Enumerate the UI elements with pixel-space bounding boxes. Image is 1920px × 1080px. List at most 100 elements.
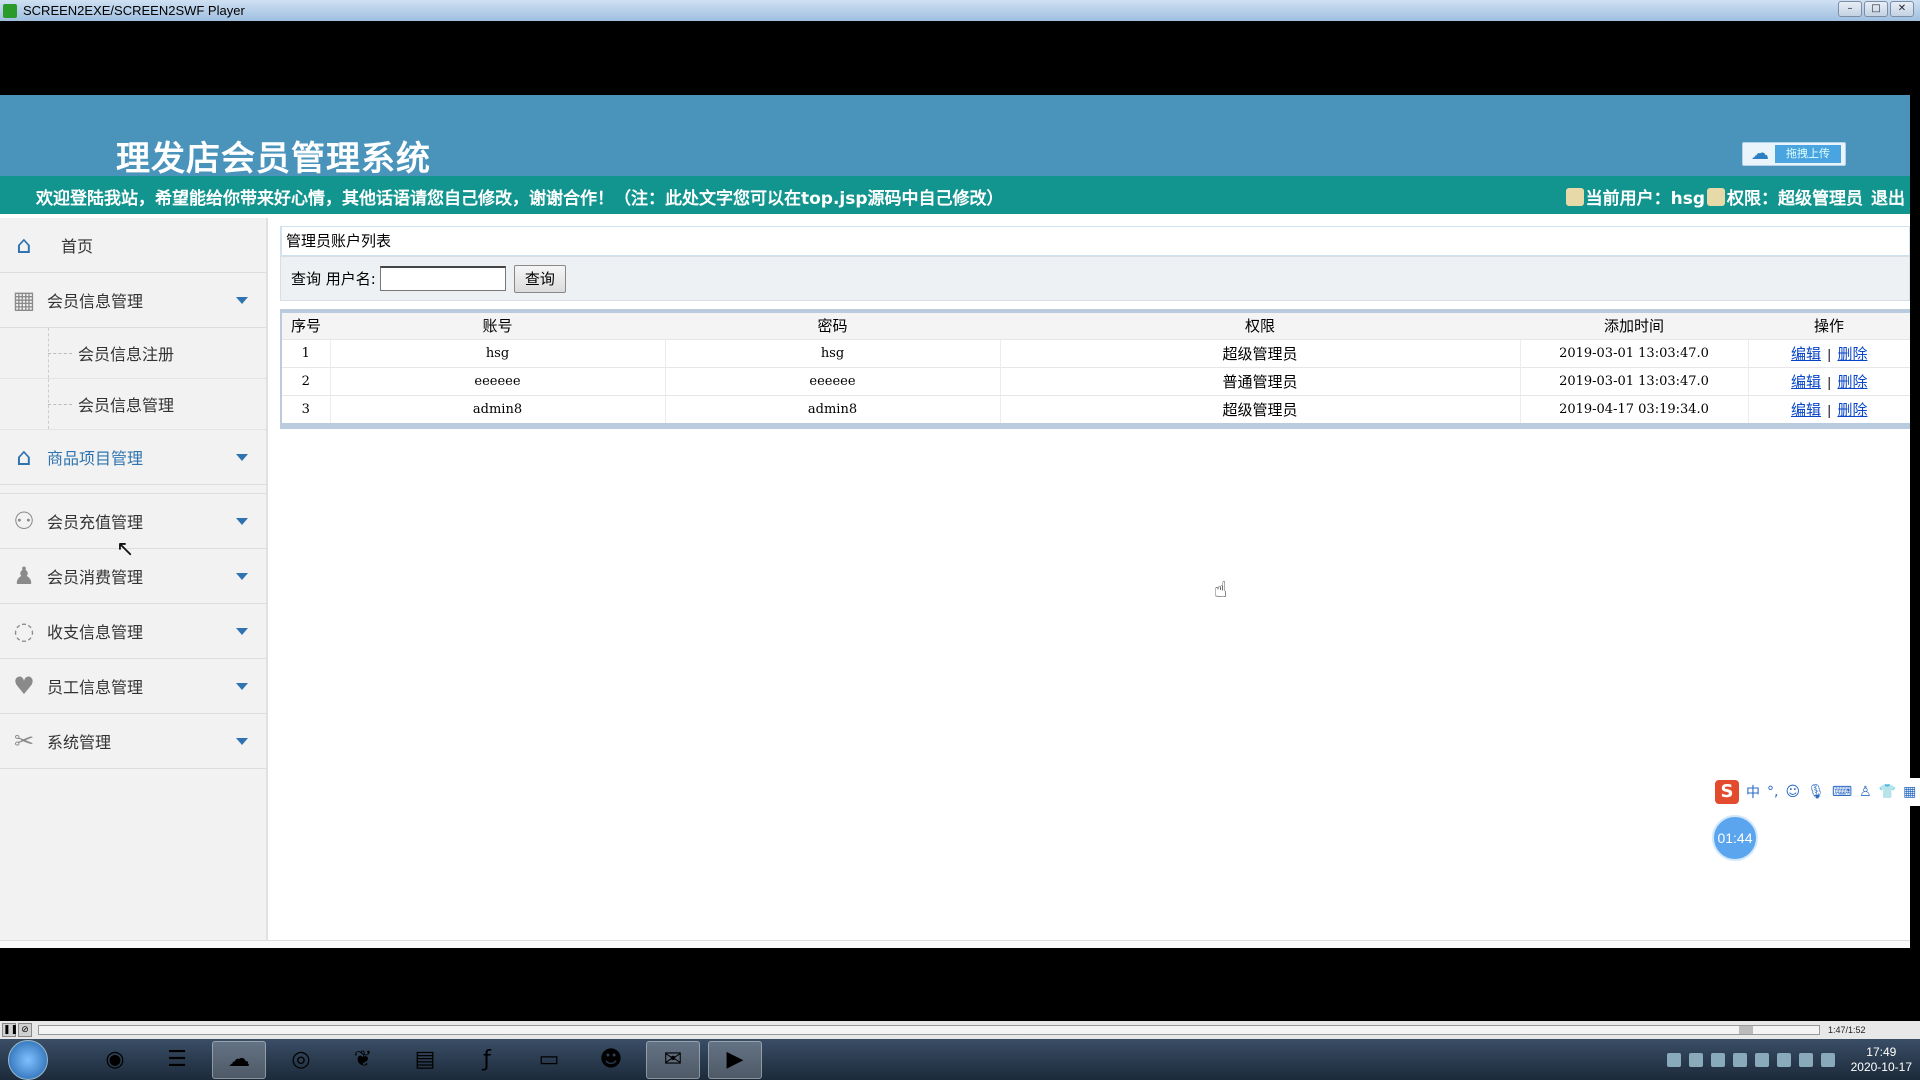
keyboard-icon[interactable]: ⌨: [1832, 784, 1852, 800]
taskbar-apps: ◉ ☰ ☁ ◎ ❦ ▤ ƒ ▭ ☻ ✉ ▶: [88, 1040, 762, 1079]
user-icon[interactable]: ♙: [1859, 784, 1872, 800]
edit-link[interactable]: 编辑: [1791, 373, 1821, 391]
table-row: 3 admin8 admin8 超级管理员 2019-04-17 03:19:3…: [282, 394, 1910, 423]
start-button[interactable]: [8, 1039, 48, 1080]
search-label: 查询 用户名:: [291, 270, 376, 288]
close-button[interactable]: ✕: [1890, 1, 1914, 17]
home-icon: ⌂: [16, 443, 32, 471]
web-page: 理发店会员管理系统 ☁ 拖拽上传 欢迎登陆我站，希望能给你带来好心情，其他话语请…: [0, 95, 1910, 948]
chevron-down-icon: [236, 628, 248, 635]
chevron-down-icon: [236, 738, 248, 745]
cell-actions: 编辑 | 删除: [1747, 366, 1910, 395]
comment-icon: ◌: [13, 617, 35, 645]
qq-icon[interactable]: ☻: [584, 1041, 638, 1079]
playback-time: 1:47/1:52: [1828, 1025, 1866, 1035]
cell-id: 1: [282, 338, 330, 367]
ime-toolbar[interactable]: S 中 °, ☺ 🎙 ⌨ ♙ 👕 ▦: [1712, 778, 1920, 806]
col-header-account: 账号: [330, 313, 665, 339]
table-row: 1 hsg hsg 超级管理员 2019-03-01 13:03:47.0 编辑…: [282, 338, 1910, 367]
users-icon: ⚇: [13, 507, 35, 535]
sidebar-divider: [0, 485, 266, 494]
skin-icon[interactable]: 👕: [1879, 784, 1896, 800]
tray-icon[interactable]: [1732, 1052, 1747, 1067]
permission-icon: [1707, 187, 1725, 206]
edit-link[interactable]: 编辑: [1791, 401, 1821, 419]
logout-link[interactable]: 退出: [1871, 184, 1905, 209]
cell-password: hsg: [664, 338, 1000, 367]
minimize-button[interactable]: –: [1838, 1, 1862, 17]
tray-icon[interactable]: [1666, 1052, 1681, 1067]
site-title: 理发店会员管理系统: [116, 139, 431, 179]
emoji-icon[interactable]: ☺: [1785, 784, 1800, 800]
table-row: 2 eeeeee eeeeee 普通管理员 2019-03-01 13:03:4…: [282, 366, 1910, 395]
chrome-icon[interactable]: ◉: [88, 1041, 142, 1079]
chevron-down-icon: [236, 454, 248, 461]
volume-icon[interactable]: [1820, 1052, 1835, 1067]
progress-thumb[interactable]: [1739, 1026, 1753, 1034]
cell-account: eeeeee: [329, 366, 665, 395]
cell-role: 超级管理员: [999, 394, 1520, 423]
sidebar-item-product[interactable]: ⌂ 商品项目管理: [0, 430, 266, 485]
recording-timer[interactable]: 01:44: [1712, 815, 1758, 861]
playback-progress[interactable]: [38, 1025, 1820, 1035]
mic-icon[interactable]: 🎙: [1807, 784, 1825, 800]
chevron-down-icon: [236, 297, 248, 304]
sidebar-label-system: 系统管理: [47, 733, 112, 752]
sogou-icon[interactable]: S: [1715, 780, 1739, 804]
browser-icon[interactable]: ◎: [274, 1041, 328, 1079]
sidebar-item-home[interactable]: ⌂ 首页: [0, 218, 266, 273]
grid-icon: ▦: [12, 286, 36, 314]
current-user: 当前用户：hsg: [1585, 189, 1705, 209]
delete-link[interactable]: 删除: [1837, 345, 1867, 363]
tools-icon: ✂: [13, 727, 35, 755]
chevron-down-icon: [236, 518, 248, 525]
sidebar-item-finance[interactable]: ◌ 收支信息管理: [0, 604, 266, 659]
punctuation-icon[interactable]: °,: [1767, 784, 1778, 800]
tray-icon[interactable]: [1776, 1052, 1791, 1067]
sidebar-subitem-member-manage[interactable]: 会员信息管理: [0, 379, 266, 430]
chevron-down-icon: [236, 683, 248, 690]
delete-link[interactable]: 删除: [1837, 373, 1867, 391]
file-explorer-icon[interactable]: ▭: [522, 1041, 576, 1079]
tray-icon[interactable]: [1688, 1052, 1703, 1067]
maximize-button[interactable]: □: [1864, 1, 1888, 17]
tray-icon[interactable]: [1754, 1052, 1769, 1067]
mouse-cursor-icon: ↖: [116, 537, 135, 562]
clock-date: 2020-10-17: [1850, 1059, 1912, 1074]
player-taskbar-icon[interactable]: ▶: [708, 1040, 762, 1079]
sidebar-item-member-info[interactable]: ▦ 会员信息管理: [0, 273, 266, 328]
cell-id: 3: [282, 394, 330, 423]
wechat-icon[interactable]: ✉: [646, 1040, 700, 1079]
tray-icon[interactable]: [1798, 1052, 1813, 1067]
stop-icon[interactable]: ⊘: [18, 1023, 32, 1037]
edit-link[interactable]: 编辑: [1791, 345, 1821, 363]
sidebar-subitem-member-register[interactable]: 会员信息注册: [0, 328, 266, 379]
delete-link[interactable]: 删除: [1837, 401, 1867, 419]
flash-icon[interactable]: ƒ: [460, 1041, 514, 1079]
baidu-netdisk-icon[interactable]: ☁: [212, 1040, 266, 1079]
search-button[interactable]: 查询: [513, 264, 566, 293]
sidebar-label-product: 商品项目管理: [47, 449, 144, 468]
main-content: 管理员账户列表 查询 用户名: 查询 序号 账号 密码 权限 添加时间 操作 1…: [280, 226, 1910, 429]
cell-account: admin8: [329, 394, 665, 423]
window-title: SCREEN2EXE/SCREEN2SWF Player: [23, 3, 245, 18]
search-bar: 查询 用户名: 查询: [280, 256, 1910, 301]
drag-upload-button[interactable]: ☁ 拖拽上传: [1742, 142, 1846, 166]
tray-icon[interactable]: [1710, 1052, 1725, 1067]
username-search-input[interactable]: [379, 266, 506, 291]
cell-actions: 编辑 | 删除: [1747, 394, 1910, 423]
chevron-down-icon: [236, 573, 248, 580]
cell-actions: 编辑 | 删除: [1747, 338, 1910, 367]
clock[interactable]: 17:49 2020-10-17: [1851, 1045, 1912, 1075]
pause-icon[interactable]: ❚❚: [2, 1023, 18, 1037]
grid-icon[interactable]: ▦: [1903, 784, 1916, 800]
editor-icon[interactable]: ▤: [398, 1041, 452, 1079]
ime-language[interactable]: 中: [1746, 782, 1760, 802]
welcome-bar: 欢迎登陆我站，希望能给你带来好心情，其他话语请您自己修改，谢谢合作！（注：此处文…: [0, 176, 1910, 214]
sidebar-item-staff[interactable]: ♥ 员工信息管理: [0, 659, 266, 714]
cell-account: hsg: [329, 338, 665, 367]
app-icon[interactable]: ☰: [150, 1041, 204, 1079]
app-leaf-icon[interactable]: ❦: [336, 1041, 390, 1079]
sidebar-label-home: 首页: [61, 237, 94, 256]
sidebar-item-system[interactable]: ✂ 系统管理: [0, 714, 266, 769]
